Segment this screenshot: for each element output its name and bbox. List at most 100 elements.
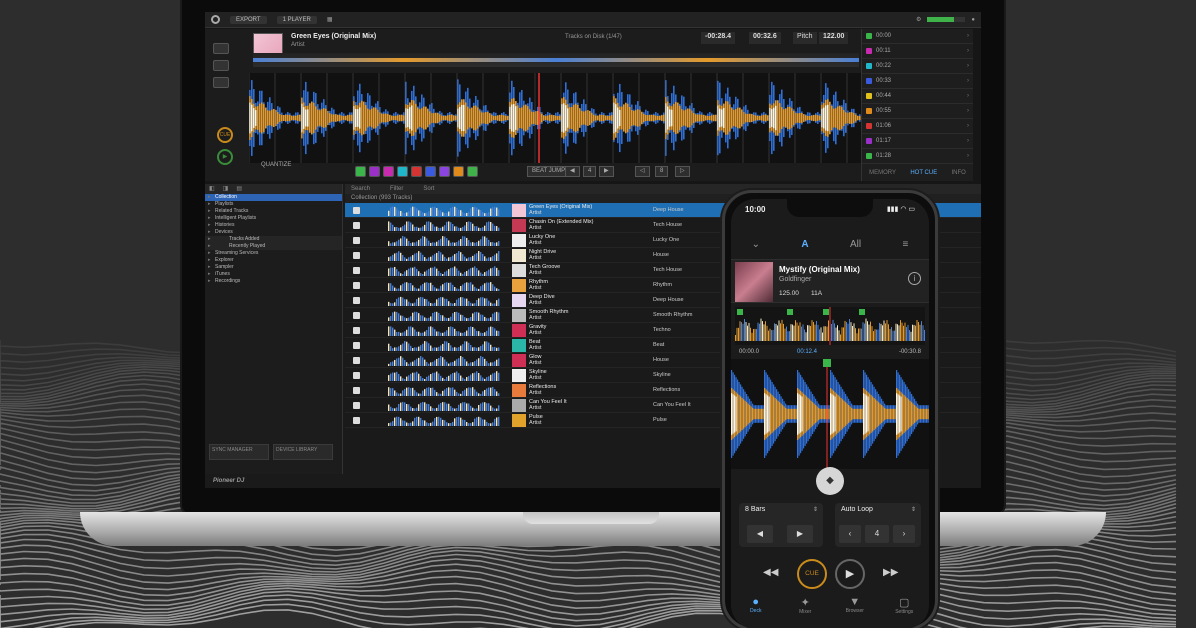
- track-preview-waveform[interactable]: [388, 280, 500, 291]
- hot-cue-pad[interactable]: [439, 166, 450, 177]
- tree-tab-icon[interactable]: ◧: [209, 184, 215, 194]
- track-preview-waveform[interactable]: [388, 415, 500, 426]
- deck-button-2[interactable]: [213, 60, 229, 71]
- hot-cue-pad[interactable]: [369, 166, 380, 177]
- hot-cue-row[interactable]: 01:06 ›: [862, 119, 973, 134]
- gear-icon[interactable]: ⚙: [916, 16, 921, 23]
- track-checkbox[interactable]: [353, 356, 360, 364]
- tree-item[interactable]: Sampler: [205, 264, 342, 271]
- chevron-right-icon[interactable]: ›: [967, 108, 969, 114]
- hot-cue-row[interactable]: 01:17 ›: [862, 134, 973, 149]
- hot-cue-row[interactable]: 00:33 ›: [862, 74, 973, 89]
- tree-tab-icon[interactable]: ▤: [236, 184, 242, 194]
- hot-cue-pad[interactable]: [467, 166, 478, 177]
- tree-item[interactable]: Collection: [205, 194, 342, 201]
- info-icon[interactable]: i: [908, 272, 921, 285]
- slip-icon[interactable]: ◆: [816, 467, 844, 495]
- phone-nav-item[interactable]: ● Deck: [738, 596, 774, 615]
- chevron-right-icon[interactable]: ›: [967, 33, 969, 39]
- hot-cue-pad[interactable]: [355, 166, 366, 177]
- track-preview-waveform[interactable]: [388, 205, 500, 216]
- sort-button[interactable]: Sort: [423, 184, 434, 194]
- beat-jump-button[interactable]: BEAT JUMP: [527, 166, 571, 177]
- cue-button[interactable]: CUE: [217, 127, 233, 143]
- track-preview-waveform[interactable]: [388, 385, 500, 396]
- track-preview-waveform[interactable]: [388, 265, 500, 276]
- hot-cue-footer-tab[interactable]: HOT CUE: [910, 170, 937, 176]
- track-preview-waveform[interactable]: [388, 325, 500, 336]
- hot-cue-footer-tab[interactable]: INFO: [952, 170, 966, 176]
- hot-cue-row[interactable]: 00:11 ›: [862, 44, 973, 59]
- phone-enlarged-waveform[interactable]: [731, 359, 929, 469]
- track-preview-waveform[interactable]: [388, 400, 500, 411]
- hot-cue-row[interactable]: 00:22 ›: [862, 59, 973, 74]
- hot-cue-pad[interactable]: [383, 166, 394, 177]
- track-checkbox[interactable]: [353, 281, 360, 289]
- track-checkbox[interactable]: [353, 371, 360, 379]
- beat-jump-value[interactable]: 4: [583, 166, 597, 177]
- loop-dropdown-icon[interactable]: ⇕: [813, 506, 818, 513]
- track-checkbox[interactable]: [353, 266, 360, 274]
- track-checkbox[interactable]: [353, 221, 360, 229]
- track-preview-waveform[interactable]: [388, 340, 500, 351]
- phone-nav-item[interactable]: ▼ Browser: [837, 596, 873, 615]
- chevron-right-icon[interactable]: ›: [967, 153, 969, 159]
- track-preview-waveform[interactable]: [388, 235, 500, 246]
- collapse-icon[interactable]: ⌄: [752, 239, 760, 250]
- skip-forward-icon[interactable]: ▶▶: [883, 567, 898, 578]
- loop-back-button[interactable]: ◁: [635, 166, 650, 177]
- tree-item[interactable]: Streaming Services: [205, 250, 342, 257]
- track-checkbox[interactable]: [353, 236, 360, 244]
- track-preview-waveform[interactable]: [388, 250, 500, 261]
- hot-cue-pad[interactable]: [397, 166, 408, 177]
- track-checkbox[interactable]: [353, 416, 360, 424]
- chevron-right-icon[interactable]: ›: [967, 123, 969, 129]
- chevron-right-icon[interactable]: ›: [967, 93, 969, 99]
- chevron-right-icon[interactable]: ›: [967, 78, 969, 84]
- hot-cue-row[interactable]: 00:55 ›: [862, 104, 973, 119]
- tab-all[interactable]: All: [850, 239, 861, 250]
- track-checkbox[interactable]: [353, 296, 360, 304]
- hot-cue-footer-tab[interactable]: MEMORY: [869, 170, 896, 176]
- loop-prev-button[interactable]: ◀: [747, 525, 773, 543]
- track-preview-waveform[interactable]: [388, 310, 500, 321]
- deck-button-1[interactable]: [213, 43, 229, 54]
- beat-jump-back-button[interactable]: ◀: [565, 166, 580, 177]
- phone-now-playing[interactable]: Mystify (Original Mix) Goldfinger 125.00…: [731, 259, 929, 303]
- tree-item[interactable]: Recently Played: [205, 243, 342, 250]
- track-preview-waveform[interactable]: [388, 220, 500, 231]
- auto-loop-label[interactable]: Auto Loop: [841, 506, 873, 513]
- track-checkbox[interactable]: [353, 401, 360, 409]
- hot-cue-row[interactable]: 01:28 ›: [862, 149, 973, 164]
- track-checkbox[interactable]: [353, 251, 360, 259]
- mode-selector[interactable]: EXPORT: [230, 15, 267, 24]
- tree-item[interactable]: iTunes: [205, 271, 342, 278]
- loop-forward-button[interactable]: ▷: [675, 166, 690, 177]
- phone-nav-item[interactable]: ▢ Settings: [886, 596, 922, 615]
- phone-play-button[interactable]: ▶: [835, 559, 865, 589]
- device-library-button[interactable]: DEVICE LIBRARY: [273, 444, 333, 460]
- tree-item[interactable]: Playlists: [205, 201, 342, 208]
- skip-back-icon[interactable]: ◀◀: [763, 567, 778, 578]
- record-icon[interactable]: ●: [971, 17, 975, 23]
- track-preview-waveform[interactable]: [388, 295, 500, 306]
- quantize-label[interactable]: QUANTIZE: [257, 161, 295, 172]
- phone-nav-item[interactable]: ✦ Mixer: [787, 596, 823, 615]
- hot-cue-pad[interactable]: [411, 166, 422, 177]
- grid-icon[interactable]: ▦: [327, 16, 333, 23]
- track-checkbox[interactable]: [353, 341, 360, 349]
- tree-item[interactable]: Histories: [205, 222, 342, 229]
- phone-cue-button[interactable]: CUE: [797, 559, 827, 589]
- hot-cue-row[interactable]: 00:44 ›: [862, 89, 973, 104]
- auto-loop-prev-button[interactable]: ‹: [839, 525, 861, 543]
- track-preview-waveform[interactable]: [388, 370, 500, 381]
- auto-loop-next-button[interactable]: ›: [893, 525, 915, 543]
- track-checkbox[interactable]: [353, 386, 360, 394]
- beat-jump-forward-button[interactable]: ▶: [599, 166, 614, 177]
- tree-item[interactable]: Devices: [205, 229, 342, 236]
- menu-icon[interactable]: ≡: [902, 239, 908, 250]
- auto-loop-value[interactable]: 4: [865, 525, 889, 543]
- tab-artist[interactable]: A: [801, 239, 808, 250]
- hot-cue-pad[interactable]: [425, 166, 436, 177]
- track-checkbox[interactable]: [353, 206, 360, 214]
